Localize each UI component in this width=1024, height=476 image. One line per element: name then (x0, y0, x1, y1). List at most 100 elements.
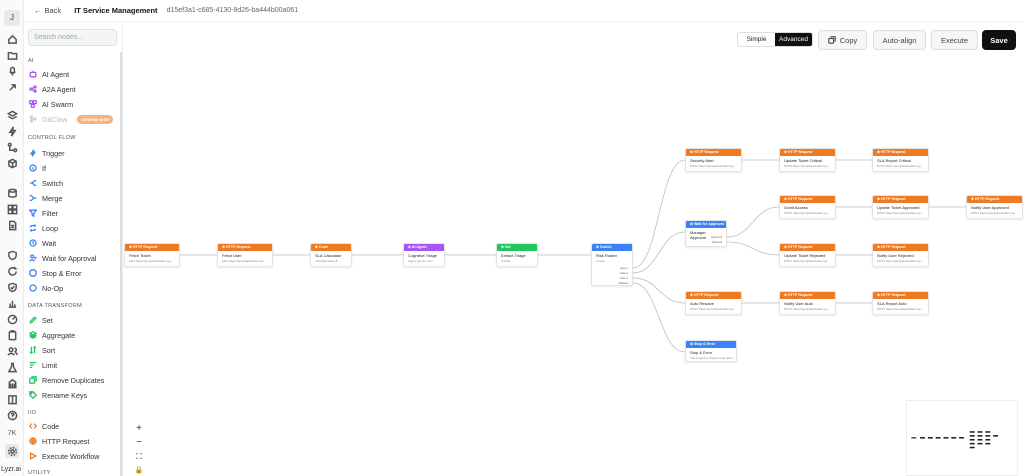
palette-item-limit[interactable]: Limit (28, 359, 57, 371)
workflow-node-notify-auto[interactable]: ⊕ HTTP Request Notify User Auto POST https… (779, 291, 836, 315)
edge-risk-router-to-stop-error[interactable] (632, 282, 686, 353)
node-type-label: ⊕ HTTP Request (686, 149, 741, 156)
palette-item-execute-workflow[interactable]: Execute Workflow (28, 450, 99, 462)
palette-item-label: GitClaw (42, 114, 68, 124)
search-input[interactable]: Search nodes... (28, 29, 117, 46)
palette-item-stop-error[interactable]: Stop & Error (28, 267, 82, 279)
workflow-node-cognitive-triage[interactable]: ⊕ AI Agent Cognitive Triage Agent: gpt-4o-… (403, 243, 445, 267)
workflow-icon[interactable] (5, 140, 19, 154)
execute-button[interactable]: Execute (931, 30, 978, 50)
palette-item-http-request[interactable]: HTTP Request (28, 435, 89, 447)
palette-item-trigger[interactable]: Trigger (28, 147, 65, 159)
workflow-node-grant-access[interactable]: ⊕ HTTP Request Grant Access POST https://j… (779, 195, 836, 219)
workflow-node-auto-resolve[interactable]: ⊕ HTTP Request Auto Resolve POST https://j… (685, 291, 742, 315)
shield-icon[interactable] (5, 248, 19, 262)
settings-icon[interactable] (5, 444, 19, 458)
node-type-label: ⊕ HTTP Request (780, 292, 835, 299)
lock-button[interactable]: 🔒 (132, 464, 146, 476)
palette-item-remove-duplicates[interactable]: Remove Duplicates (28, 374, 104, 386)
chart-icon[interactable] (5, 296, 19, 310)
workflow-node-notify-rejected[interactable]: ⊕ HTTP Request Notify User Rejected POST h… (872, 243, 929, 267)
home-icon[interactable] (5, 32, 19, 46)
zoom-in-button[interactable]: + (132, 422, 146, 436)
workflow-node-fetch-ticket[interactable]: ⊕ HTTP Request Fetch Ticket GET https://js… (124, 243, 180, 267)
palette-item-loop[interactable]: Loop (28, 222, 58, 234)
palette-item-switch[interactable]: Switch (28, 177, 63, 189)
minimap[interactable] (906, 400, 1018, 476)
mode-toggle[interactable]: Simple Advanced (737, 32, 813, 47)
folder-icon[interactable] (5, 48, 19, 62)
palette-item-aggregate[interactable]: Aggregate (28, 329, 75, 341)
grid-icon[interactable] (5, 202, 19, 216)
edge-risk-router-to-auto-resolve[interactable] (632, 277, 686, 304)
workflow-node-sla-calc[interactable]: ⊕ Code SLA Calculator// Extract ticket & … (310, 243, 352, 267)
layers-icon[interactable] (5, 108, 19, 122)
avatar[interactable]: J (4, 10, 20, 26)
palette-item-filter[interactable]: Filter (28, 207, 58, 219)
workflow-node-update-approved[interactable]: ⊕ HTTP Request Update Ticket Approved POST… (872, 195, 929, 219)
copy-button[interactable]: Copy (818, 30, 867, 50)
workflow-node-security-alert[interactable]: ⊕ HTTP Request Security Alert POST https:/… (685, 148, 742, 172)
palette-item-ai-agent[interactable]: AI Agent (28, 68, 69, 80)
edge-manager-approval-to-grant-access[interactable] (726, 206, 780, 238)
document-icon[interactable] (5, 218, 19, 232)
node-output-label: Case 2 (619, 272, 628, 275)
palette-item-if[interactable]: If (28, 162, 46, 174)
cube-icon[interactable] (5, 156, 19, 170)
refresh-icon[interactable] (5, 264, 19, 278)
back-button[interactable]: ← Back (34, 6, 61, 15)
node-type-label: ⊕ Code (311, 244, 351, 251)
auto-align-button[interactable]: Auto-align (873, 30, 926, 50)
mic-icon[interactable] (5, 64, 19, 78)
save-button[interactable]: Save (982, 30, 1016, 50)
workflow-node-stop-error[interactable]: ⊕ Stop & Error Stop & Error The Cognitive … (685, 340, 737, 362)
palette-item-no-op[interactable]: No-Op (28, 282, 63, 294)
workflow-edges (180, 159, 966, 353)
palette-item-wait-for-approval[interactable]: Wait for Approval (28, 252, 96, 264)
fit-view-button[interactable]: ⛶ (132, 450, 146, 464)
mode-simple[interactable]: Simple (738, 33, 775, 46)
workflow-node-risk-router[interactable]: ⊕ Switch Risk Router 4 rules Case 1 Case 2 Ca… (591, 243, 633, 286)
node-subtitle: POST https://jsonplaceholder.typ... (784, 211, 831, 215)
node-subtitle: POST https://jsonplaceholder.typ... (877, 164, 924, 168)
edge-manager-approval-to-update-rejected[interactable] (726, 241, 780, 256)
workflow-node-extract-triage[interactable]: ⊕ Set Extract Triage 3 fields (496, 243, 538, 267)
workflow-node-notify-approved[interactable]: ⊕ HTTP Request Notify User Approved POST h… (966, 195, 1023, 219)
palette-item-a2a-agent[interactable]: A2A Agent (28, 83, 76, 95)
clipboard-icon[interactable] (5, 328, 19, 342)
help-icon[interactable] (5, 408, 19, 422)
palette-item-merge[interactable]: Merge (28, 192, 62, 204)
building-icon[interactable] (5, 376, 19, 390)
mode-advanced[interactable]: Advanced (775, 33, 812, 46)
switch-icon (28, 178, 38, 188)
workflow-node-update-critical[interactable]: ⊕ HTTP Request Update Ticket Critical POST… (779, 148, 836, 172)
palette-item-set[interactable]: Set (28, 314, 53, 326)
palette-item-ai-swarm[interactable]: AI Swarm (28, 98, 73, 110)
palette-item-rename-keys[interactable]: Rename Keys (28, 389, 87, 401)
edge-risk-router-to-security-alert[interactable] (632, 159, 686, 269)
workflow-node-sla-auto[interactable]: ⊕ HTTP Request SLA Report Auto POST https:… (872, 291, 929, 315)
database-icon[interactable] (5, 186, 19, 200)
palette-item-wait[interactable]: Wait (28, 237, 56, 249)
flask-icon[interactable] (5, 360, 19, 374)
shield-check-icon[interactable] (5, 280, 19, 294)
book-icon[interactable] (5, 392, 19, 406)
users-icon[interactable] (5, 344, 19, 358)
loop-icon (28, 223, 38, 233)
section-io: I/O (28, 410, 37, 416)
zoom-out-button[interactable]: − (132, 436, 146, 450)
palette-item-code[interactable]: Code (28, 420, 59, 432)
edge-risk-router-to-manager-approval[interactable] (632, 231, 686, 274)
workflow-node-update-rejected[interactable]: ⊕ HTTP Request Update Ticket Rejected POST… (779, 243, 836, 267)
workflow-node-sla-critical[interactable]: ⊕ HTTP Request SLA Report Critical POST ht… (872, 148, 929, 172)
workflow-node-manager-approval[interactable]: ⊕ Wait for Approval Manager Approval Appro… (685, 220, 727, 247)
workflow-node-fetch-user[interactable]: ⊕ HTTP Request Fetch User GET https://json… (217, 243, 273, 267)
palette-scrollbar[interactable] (120, 52, 122, 476)
gauge-icon[interactable] (5, 312, 19, 326)
palette-item-gitclaw: GitClaw coming soon (28, 113, 114, 125)
node-type-label: ⊕ Stop & Error (686, 341, 736, 348)
bolt-icon[interactable] (5, 124, 19, 138)
rocket-icon[interactable] (5, 80, 19, 94)
node-subtitle: GET https://jsonplaceholder.typ... (129, 259, 174, 263)
palette-item-sort[interactable]: Sort (28, 344, 55, 356)
